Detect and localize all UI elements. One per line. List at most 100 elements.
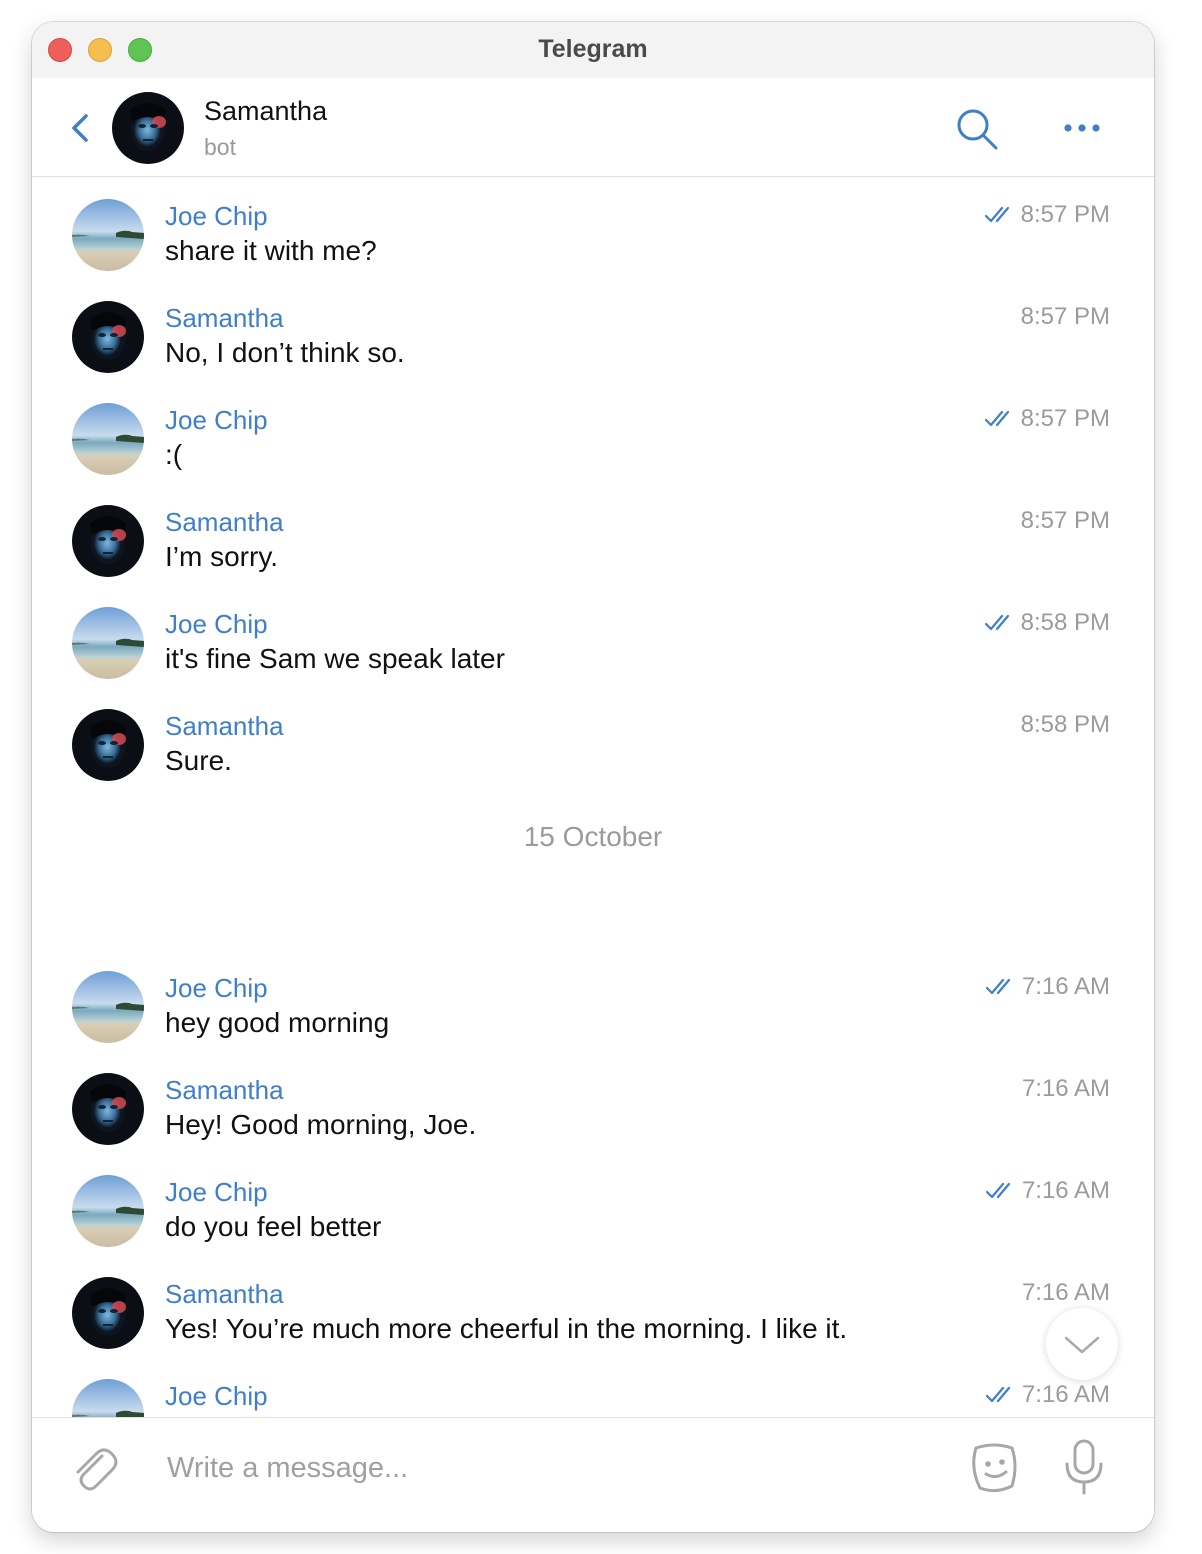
microphone-icon[interactable]	[1062, 1438, 1106, 1496]
message-text: Hey! Good morning, Joe.	[165, 1109, 477, 1140]
message-time: 7:16 AM	[1021, 1279, 1110, 1306]
chat-header: Samantha bot	[32, 78, 1154, 177]
sender-name[interactable]: Joe Chip	[165, 609, 268, 640]
sender-avatar[interactable]	[72, 1277, 144, 1349]
sender-name[interactable]: Joe Chip	[165, 201, 268, 232]
message-time: 8:57 PM	[1020, 201, 1110, 228]
message-row[interactable]: Joe Chip do you feel better 7:16 AM	[32, 1153, 1154, 1253]
sender-avatar[interactable]	[72, 709, 144, 781]
more-dots-icon[interactable]	[1062, 118, 1102, 138]
message-row[interactable]: Samantha Hey! Good morning, Joe. 7:16 AM	[32, 1051, 1154, 1151]
message-row[interactable]: Joe Chip it's fine Sam we speak later 8:58…	[32, 585, 1154, 685]
message-time: 7:16 AM	[1021, 1381, 1110, 1408]
beach-avatar-icon	[72, 1379, 144, 1417]
window-title: Telegram	[538, 35, 648, 63]
sender-avatar[interactable]	[72, 301, 144, 373]
message-time: 8:57 PM	[1020, 405, 1110, 432]
beach-avatar-icon	[72, 199, 144, 271]
date-separator: 15 October	[523, 821, 663, 852]
message-row[interactable]: Samantha I’m sorry. 8:57 PM	[32, 483, 1154, 583]
message-meta: 7:16 AM	[1022, 1279, 1110, 1307]
message-row[interactable]: Joe Chipany idea what happened yesterday…	[32, 1357, 1154, 1417]
message-time: 7:16 AM	[1021, 973, 1110, 1000]
double-check-icon	[985, 1386, 1011, 1403]
message-text: it's fine Sam we speak later	[165, 643, 505, 674]
message-meta: 7:16 AM	[985, 1381, 1110, 1409]
message-text: share it with me?	[165, 235, 377, 266]
message-text: hey good morning	[165, 1007, 390, 1038]
message-text: :(	[165, 439, 183, 470]
sender-name[interactable]: Samantha	[165, 507, 284, 538]
header-avatar[interactable]	[112, 92, 184, 164]
message-row[interactable]: Joe Chip hey good morning 7:16 AM	[32, 949, 1154, 1049]
double-check-icon	[984, 206, 1009, 223]
message-meta: 8:57 PM	[1021, 507, 1110, 535]
beach-avatar-icon	[72, 971, 144, 1043]
message-text: do you feel better	[165, 1211, 382, 1242]
sender-avatar[interactable]	[72, 1175, 144, 1247]
message-row[interactable]: Joe Chip:( 8:57 PM	[32, 381, 1154, 481]
message-time: 8:58 PM	[1020, 609, 1110, 636]
message-meta: 8:58 PM	[1021, 711, 1110, 739]
message-meta: 7:16 AM	[1022, 1075, 1110, 1103]
double-check-icon	[984, 410, 1009, 427]
message-row[interactable]: Joe Chip share it with me? 8:57 PM	[32, 177, 1154, 277]
face-avatar-icon	[72, 1277, 144, 1349]
double-check-icon	[984, 614, 1009, 631]
sender-name[interactable]: Samantha	[165, 1075, 284, 1106]
message-meta: 8:58 PM	[984, 609, 1110, 637]
double-check-icon	[985, 1182, 1011, 1199]
sender-name[interactable]: Samantha	[165, 1279, 284, 1310]
message-text: I’m sorry.	[165, 541, 279, 572]
sender-name[interactable]: Samantha	[165, 303, 284, 334]
message-list[interactable]: Joe Chip share it with me? 8:57 PM Samantha…	[32, 177, 1154, 1417]
chevron-down-icon	[1064, 1336, 1100, 1354]
message-row[interactable]: Samantha Sure. 8:58 PM	[32, 687, 1154, 787]
sticker-icon[interactable]	[966, 1440, 1022, 1496]
message-text: No, I don’t think so.	[165, 337, 405, 368]
chat-status: bot	[204, 134, 236, 160]
telegram-window: Telegram Samantha bot Joe Chip share it …	[32, 22, 1154, 1532]
sender-avatar[interactable]	[72, 199, 144, 271]
message-time: 7:16 AM	[1021, 1075, 1110, 1102]
paperclip-icon[interactable]	[68, 1442, 118, 1494]
sender-name[interactable]: Joe Chip	[165, 1381, 268, 1412]
chat-title: Samantha	[204, 96, 328, 126]
message-meta: 7:16 AM	[985, 973, 1110, 1001]
face-avatar-icon	[72, 505, 144, 577]
title-bar: Telegram	[32, 22, 1154, 78]
sender-avatar[interactable]	[72, 607, 144, 679]
message-row[interactable]: Samantha No, I don’t think so. 8:57 PM	[32, 279, 1154, 379]
search-icon[interactable]	[954, 106, 1000, 152]
message-time: 8:57 PM	[1020, 507, 1110, 534]
message-meta: 7:16 AM	[985, 1177, 1110, 1205]
face-avatar-icon	[72, 301, 144, 373]
sender-name[interactable]: Samantha	[165, 711, 284, 742]
composer-bar	[32, 1417, 1154, 1532]
sender-avatar[interactable]	[72, 1379, 144, 1417]
beach-avatar-icon	[72, 607, 144, 679]
beach-avatar-icon	[72, 403, 144, 475]
back-chevron-icon[interactable]	[66, 110, 96, 146]
sender-name[interactable]: Joe Chip	[165, 1177, 268, 1208]
message-time: 8:57 PM	[1020, 303, 1110, 330]
message-text: Sure.	[165, 745, 232, 776]
message-time: 8:58 PM	[1020, 711, 1110, 738]
sender-name[interactable]: Joe Chip	[165, 405, 268, 436]
face-avatar-icon	[112, 92, 184, 164]
message-input[interactable]	[165, 1444, 929, 1492]
scroll-to-bottom-button[interactable]	[1046, 1308, 1118, 1380]
message-meta: 8:57 PM	[984, 201, 1110, 229]
sender-avatar[interactable]	[72, 1073, 144, 1145]
sender-name[interactable]: Joe Chip	[165, 973, 268, 1004]
message-meta: 8:57 PM	[1021, 303, 1110, 331]
double-check-icon	[985, 978, 1011, 995]
sender-avatar[interactable]	[72, 971, 144, 1043]
face-avatar-icon	[72, 1073, 144, 1145]
message-meta: 8:57 PM	[984, 405, 1110, 433]
sender-avatar[interactable]	[72, 403, 144, 475]
face-avatar-icon	[72, 709, 144, 781]
beach-avatar-icon	[72, 1175, 144, 1247]
message-row[interactable]: Samantha Yes! You’re much more cheerful i…	[32, 1255, 1154, 1355]
sender-avatar[interactable]	[72, 505, 144, 577]
